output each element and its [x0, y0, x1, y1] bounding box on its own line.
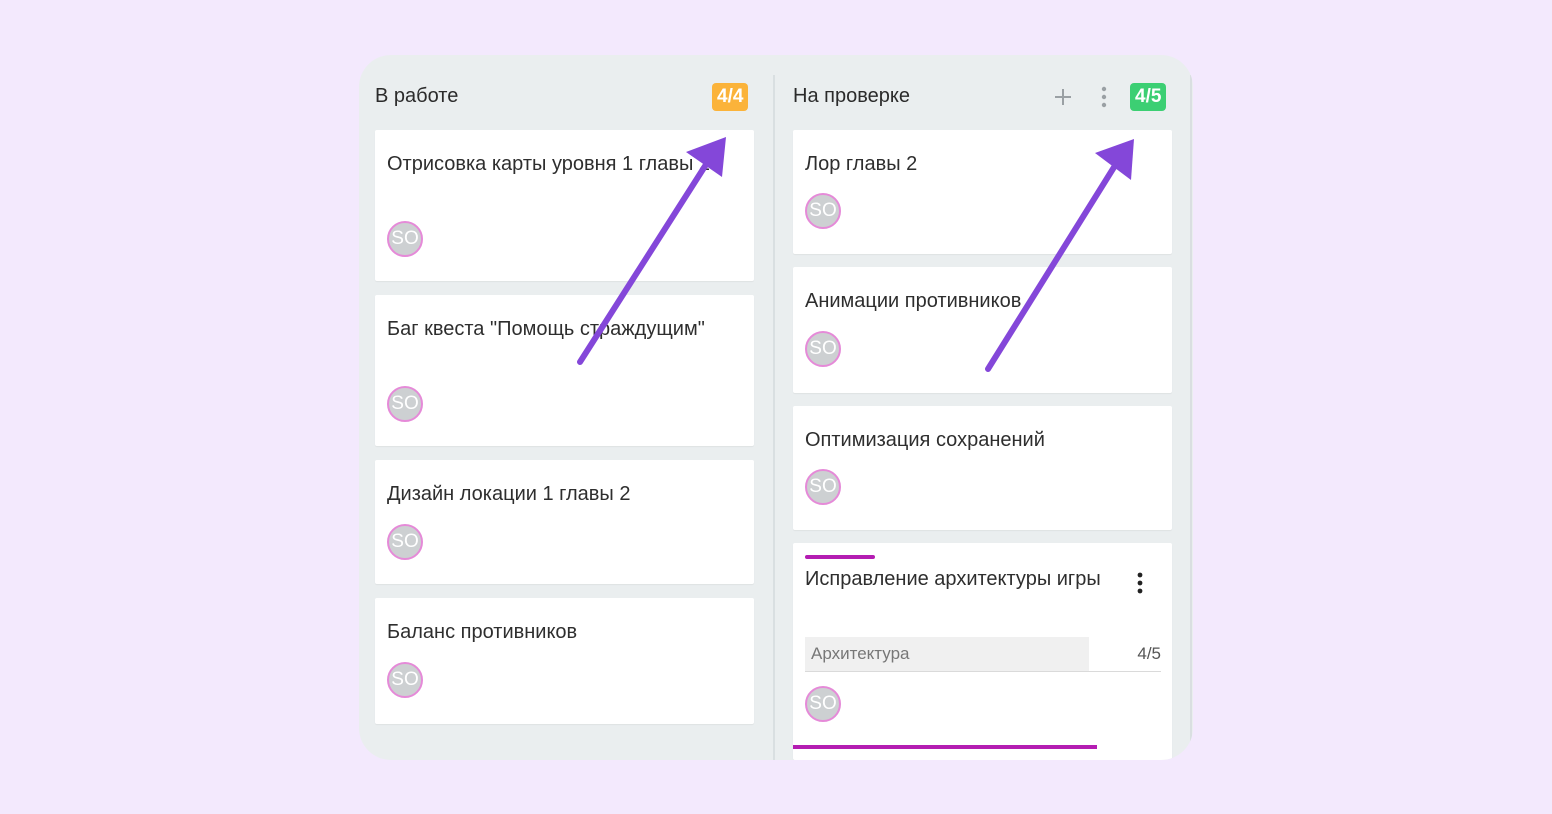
task-card-expanded[interactable]: Исправление архитектуры игры Архитектура…: [793, 543, 1172, 760]
plus-icon[interactable]: [1050, 83, 1076, 111]
wip-limit-badge: 4/4: [712, 83, 749, 111]
avatar[interactable]: SO: [387, 386, 423, 422]
task-card[interactable]: Баланс противников SO: [375, 598, 754, 724]
task-card[interactable]: Оптимизация сохранений SO: [793, 406, 1172, 530]
wip-limit-badge: 4/5: [1130, 83, 1167, 111]
avatar[interactable]: SO: [805, 331, 841, 367]
board-edge: [1190, 75, 1192, 760]
task-title: Отрисовка карты уровня 1 главы 2: [387, 153, 711, 175]
task-card[interactable]: Анимации противников SO: [793, 267, 1172, 393]
task-title: Лор главы 2: [805, 153, 918, 175]
card-menu-icon[interactable]: [1134, 571, 1146, 595]
progress-bar: [793, 745, 1097, 749]
task-title: Баланс противников: [387, 621, 578, 643]
avatar[interactable]: SO: [387, 524, 423, 560]
task-title: Оптимизация сохранений: [805, 429, 1045, 451]
checklist-row: Архитектура 4/5: [805, 637, 1161, 672]
checklist-label: Архитектура: [805, 637, 1089, 671]
task-card[interactable]: Отрисовка карты уровня 1 главы 2 SO: [375, 130, 754, 281]
avatar[interactable]: SO: [805, 686, 841, 722]
column-divider: [773, 75, 775, 760]
avatar[interactable]: SO: [387, 662, 423, 698]
column-title: В работе: [375, 85, 459, 107]
task-title: Дизайн локации 1 главы 2: [387, 483, 631, 505]
column-title: На проверке: [793, 85, 910, 107]
avatar[interactable]: SO: [387, 221, 423, 257]
task-title: Баг квеста "Помощь страждущим": [387, 318, 705, 340]
checklist-count: 4/5: [1137, 644, 1161, 663]
task-card[interactable]: Дизайн локации 1 главы 2 SO: [375, 460, 754, 584]
task-card[interactable]: Баг квеста "Помощь страждущим" SO: [375, 295, 754, 446]
vertical-dots-icon[interactable]: [1091, 83, 1117, 111]
kanban-board: В работе 4/4 Отрисовка карты уровня 1 гл…: [359, 55, 1193, 760]
avatar[interactable]: SO: [805, 469, 841, 505]
task-title: Исправление архитектуры игры: [805, 568, 1101, 590]
avatar[interactable]: SO: [805, 193, 841, 229]
task-title: Анимации противников: [805, 290, 1022, 312]
label-color-bar: [805, 555, 875, 559]
task-card[interactable]: Лор главы 2 SO: [793, 130, 1172, 254]
